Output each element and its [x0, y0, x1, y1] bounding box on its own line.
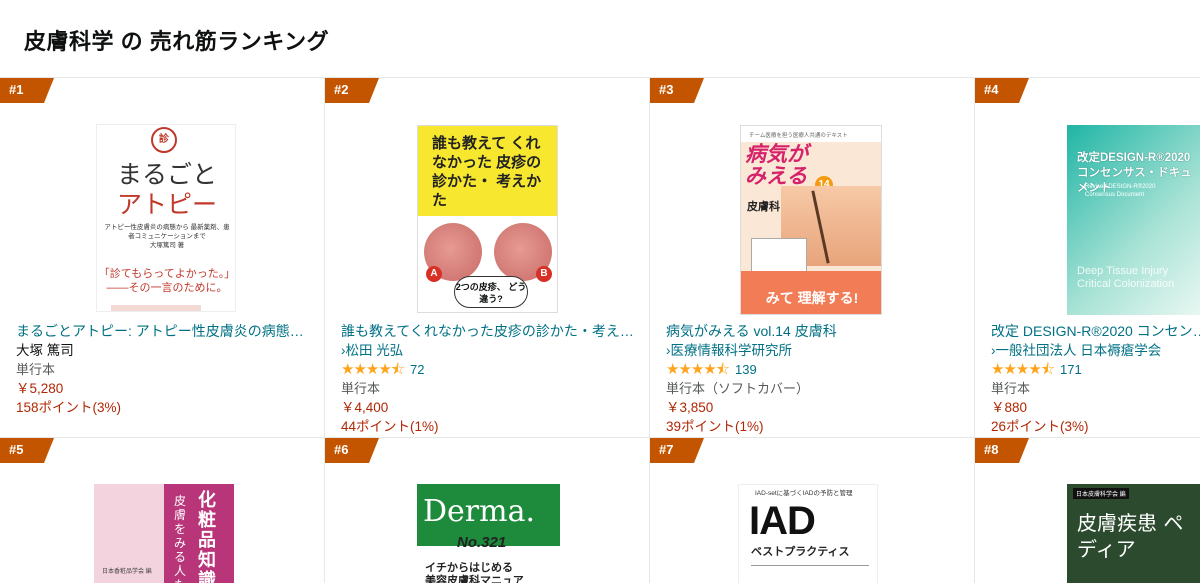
cover-seal: 診	[151, 127, 177, 153]
product-info: 誰も教えてくれなかった皮疹の診かた・考え… ›松田 光弘 ★★★★⯪ 72 単行…	[341, 322, 641, 436]
product-card: #8 日本皮膚科学会 編 皮膚疾患 ペディア	[975, 438, 1200, 583]
review-count[interactable]: 72	[410, 360, 424, 379]
cover-subtitle: ベストプラクティス	[751, 546, 850, 558]
product-card: #6 Derma. No.321 イチからはじめる 美容皮膚科マニュアル	[325, 438, 650, 583]
rank-badge: #7	[650, 438, 704, 463]
product-price: ￥4,400	[341, 400, 389, 415]
book-cover-image[interactable]: 診 まるごと アトピー アトピー性皮膚炎の病態から 最新薬剤、患者コミュニケーシ…	[96, 124, 236, 312]
page-title: 皮膚科学 の 売れ筋ランキング	[24, 29, 330, 54]
product-info: 病気がみえる vol.14 皮膚科 ›医療情報科学研究所 ★★★★⯪ 139 単…	[666, 322, 966, 436]
rank-badge: #6	[325, 438, 379, 463]
label-b: B	[536, 266, 552, 282]
cover-title: 誰も教えて くれなかった 皮疹の診かた・ 考えかた	[432, 135, 542, 209]
product-info: 改定 DESIGN-R®2020 コンセンサス・ドキュメント ›一般社団法人 日…	[991, 322, 1200, 436]
star-rating[interactable]: ★★★★⯪ 72	[341, 360, 641, 379]
cover-field: 皮膚科	[747, 201, 780, 213]
cover-tag: 日本皮膚科学会 編	[1073, 488, 1129, 499]
book-cover-image[interactable]: 改定DESIGN-R®2020 コンセンサス・ドキュメント Revised DE…	[1067, 125, 1200, 315]
rank-badge: #1	[0, 78, 54, 103]
cover-number: No.321	[457, 534, 507, 551]
cover-publisher: 日本香粧品学会 編	[102, 569, 152, 575]
star-rating[interactable]: ★★★★⯪ 139	[666, 360, 966, 379]
rank-badge: #3	[650, 78, 704, 103]
product-card: #2 誰も教えて くれなかった 皮疹の診かた・ 考えかた A B 2つの皮疹、 …	[325, 78, 650, 438]
cover-title: 病気が みえる	[745, 143, 808, 188]
product-author-link[interactable]: ›医療情報科学研究所	[666, 341, 966, 360]
product-card: #3 チーム医療を担う医療人共通のテキスト 病気が みえる 14 皮膚科 みて …	[650, 78, 975, 438]
cover-title: 皮膚疾患 ペディア	[1077, 511, 1184, 561]
product-price: ￥3,850	[666, 400, 714, 415]
cover-subtitle: Revised DESIGN-R®2020 Consensus Document	[1085, 184, 1156, 198]
cover-quote: 「診てもらってよかった。」 ――その一言のために。	[98, 268, 236, 294]
product-card: #4 改定DESIGN-R®2020 コンセンサス・ドキュメント Revised…	[975, 78, 1200, 438]
product-title-link[interactable]: 病気がみえる vol.14 皮膚科	[666, 322, 966, 341]
product-card: #5 日本香粧品学会 編 皮膚をみる人たち 化粧品知識	[0, 438, 325, 583]
product-author-link[interactable]: ›松田 光弘	[341, 341, 641, 360]
product-points: 39ポイント(1%)	[666, 419, 764, 434]
cover-logo: Derma.	[423, 494, 536, 529]
cover-vertical-subtitle: 皮膚をみる人たち	[174, 494, 187, 583]
book-cover-image[interactable]: IAD-setに基づくIADの予防と管理 IAD ベストプラクティス	[738, 484, 878, 583]
product-author: 大塚 篤司	[16, 343, 74, 358]
cover-vertical-title: 化粧品知識	[198, 490, 216, 583]
product-card: #1 診 まるごと アトピー アトピー性皮膚炎の病態から 最新薬剤、患者コミュニ…	[0, 78, 325, 438]
cover-top-text: チーム医療を担う医療人共通のテキスト	[741, 126, 881, 142]
rank-badge: #2	[325, 78, 379, 103]
book-cover-image[interactable]: チーム医療を担う医療人共通のテキスト 病気が みえる 14 皮膚科 みて 理解す…	[740, 125, 882, 315]
product-format: 単行本	[991, 381, 1031, 396]
product-format: 単行本（ソフトカバー）	[666, 381, 810, 396]
cover-title: イチからはじめる 美容皮膚科マニュアル	[425, 562, 524, 583]
cover-decoration	[111, 305, 201, 311]
product-author-link[interactable]: ›一般社団法人 日本褥瘡学会	[991, 341, 1200, 360]
product-price: ￥880	[991, 400, 1028, 415]
book-cover-image[interactable]: 日本皮膚科学会 編 皮膚疾患 ペディア	[1067, 484, 1200, 583]
speech-bubble: 2つの皮疹、 どう違う?	[454, 276, 528, 308]
bestseller-grid: #1 診 まるごと アトピー アトピー性皮膚炎の病態から 最新薬剤、患者コミュニ…	[0, 78, 1200, 583]
rank-badge: #4	[975, 78, 1029, 103]
product-info: まるごとアトピー: アトピー性皮膚炎の病態… 大塚 篤司 単行本 ￥5,280 …	[16, 322, 316, 417]
product-format: 単行本	[16, 362, 56, 377]
star-icon: ★★★★⯪	[666, 361, 730, 378]
product-points: 26ポイント(3%)	[991, 419, 1089, 434]
product-title-link[interactable]: まるごとアトピー: アトピー性皮膚炎の病態…	[16, 322, 316, 341]
cover-title-line2: アトピー	[116, 190, 217, 219]
review-count[interactable]: 171	[1060, 360, 1082, 379]
star-icon: ★★★★⯪	[341, 361, 405, 378]
cover-small-text: IAD-setに基づくIADの予防と管理	[755, 490, 853, 497]
cover-band: みて 理解する!	[741, 271, 881, 314]
cover-graphic-text: Deep Tissue Injury Critical Colonization	[1077, 265, 1175, 290]
review-count[interactable]: 139	[735, 360, 757, 379]
book-cover-image[interactable]: 誰も教えて くれなかった 皮疹の診かた・ 考えかた A B 2つの皮疹、 どう違…	[417, 125, 558, 313]
product-title-link[interactable]: 改定 DESIGN-R®2020 コンセンサス・ドキュメント	[991, 322, 1200, 341]
product-points: 44ポイント(1%)	[341, 419, 439, 434]
rank-badge: #5	[0, 438, 54, 463]
product-price: ￥5,280	[16, 381, 64, 396]
product-format: 単行本	[341, 381, 381, 396]
ranking-header: 皮膚科学 の 売れ筋ランキング	[0, 0, 1200, 78]
book-cover-image[interactable]: Derma. No.321 イチからはじめる 美容皮膚科マニュアル	[417, 484, 560, 583]
rank-badge: #8	[975, 438, 1029, 463]
product-card: #7 IAD-setに基づくIADの予防と管理 IAD ベストプラクティス	[650, 438, 975, 583]
product-title-link[interactable]: 誰も教えてくれなかった皮疹の診かた・考え…	[341, 322, 641, 341]
star-rating[interactable]: ★★★★⯪ 171	[991, 360, 1200, 379]
cover-divider	[751, 565, 869, 566]
product-points: 158ポイント(3%)	[16, 400, 122, 415]
label-a: A	[426, 266, 442, 282]
star-icon: ★★★★⯪	[991, 361, 1055, 378]
cover-title: IAD	[749, 499, 816, 543]
book-cover-image[interactable]: 日本香粧品学会 編 皮膚をみる人たち 化粧品知識	[94, 484, 234, 583]
cover-subtitle: アトピー性皮膚炎の病態から 最新薬剤、患者コミュニケーションまで 大塚篤司 著	[104, 224, 230, 249]
